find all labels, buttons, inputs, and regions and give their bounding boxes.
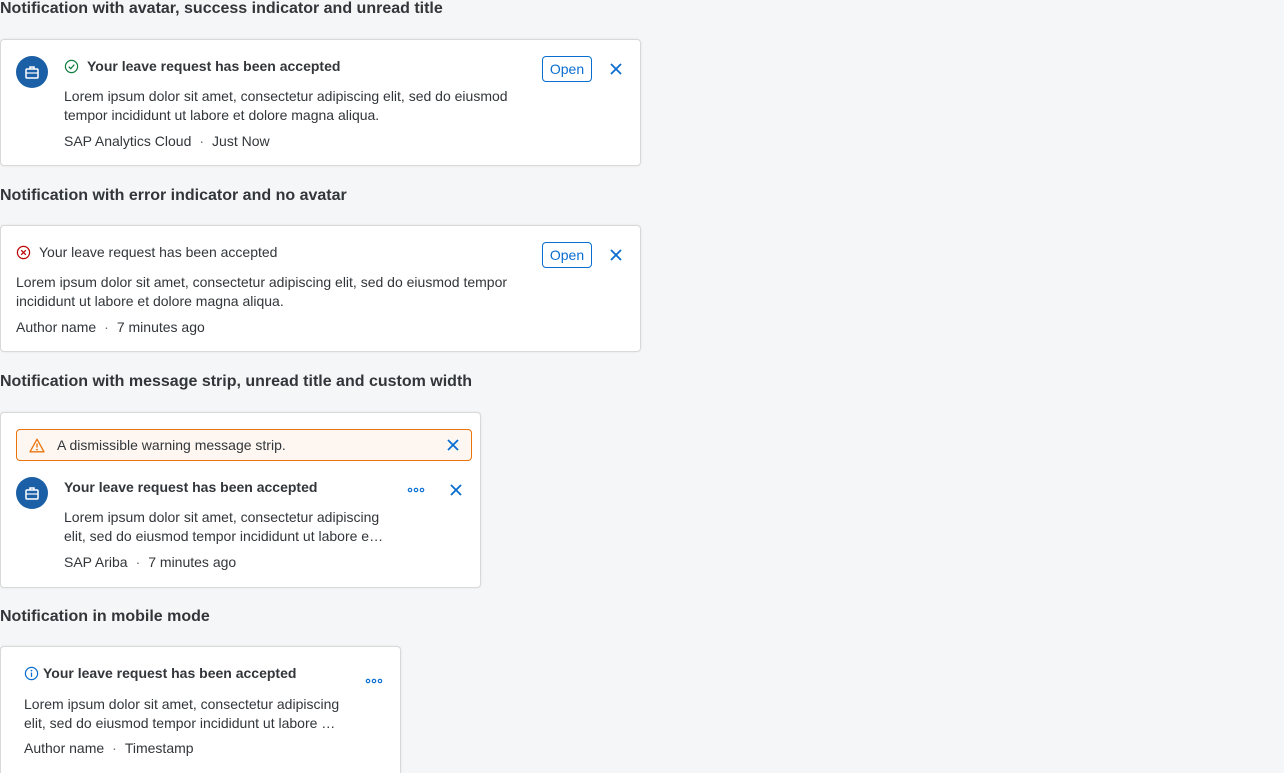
notification-card-mobile[interactable]: Your leave request has been accepted Lor…	[0, 646, 401, 773]
author-name: Author name	[24, 740, 105, 756]
timestamp: Timestamp	[124, 740, 194, 756]
notification-footer: SAP Ariba · 7 minutes ago	[64, 554, 236, 570]
notification-footer: Author name · 7 minutes ago	[16, 319, 205, 335]
author-name: SAP Analytics Cloud	[64, 133, 192, 149]
close-icon	[610, 249, 622, 261]
title-row: Your leave request has been accepted	[64, 479, 317, 495]
warning-message-strip: A dismissible warning message strip.	[16, 429, 472, 461]
information-icon	[24, 666, 39, 680]
notification-title: Your leave request has been accepted	[87, 58, 341, 74]
footer-separator: ·	[104, 319, 109, 335]
notification-body: Lorem ipsum dolor sit amet, consectetur …	[16, 274, 508, 309]
footer-separator: ·	[135, 554, 141, 570]
overflow-icon	[407, 487, 425, 493]
warning-icon	[29, 438, 45, 453]
close-button[interactable]	[603, 242, 629, 268]
timestamp: 7 minutes ago	[116, 319, 205, 335]
section-heading-avatar-success: Notification with avatar, success indica…	[0, 0, 443, 17]
notification-card-avatar-success[interactable]: Your leave request has been accepted Lor…	[0, 39, 641, 166]
notification-card-error[interactable]: Your leave request has been accepted Lor…	[0, 225, 641, 352]
close-icon	[610, 63, 622, 75]
message-strip-text: A dismissible warning message strip.	[57, 437, 286, 453]
close-button[interactable]	[443, 477, 469, 503]
notification-body: Lorem ipsum dolor sit amet, consectetur …	[64, 509, 380, 544]
notification-footer: Author name · Timestamp	[24, 740, 194, 756]
notification-title: Your leave request has been accepted	[64, 479, 318, 495]
title-row: Your leave request has been accepted	[24, 665, 296, 681]
briefcase-icon	[25, 66, 39, 79]
title-row: Your leave request has been accepted	[64, 58, 340, 74]
author-name: Author name	[16, 319, 97, 335]
notification-body: Lorem ipsum dolor sit amet, consectetur …	[24, 696, 340, 731]
notification-title: Your leave request has been accepted	[43, 665, 297, 681]
open-button[interactable]: Open	[542, 242, 592, 268]
avatar	[16, 56, 48, 88]
briefcase-icon	[25, 487, 39, 500]
footer-separator: ·	[112, 740, 117, 756]
success-icon	[64, 59, 79, 73]
section-heading-mobile: Notification in mobile mode	[0, 608, 210, 625]
close-icon	[447, 439, 459, 451]
section-heading-error: Notification with error indicator and no…	[0, 187, 347, 204]
notification-card-message-strip[interactable]: A dismissible warning message strip. You…	[0, 412, 481, 588]
notification-title: Your leave request has been accepted	[39, 244, 278, 260]
section-heading-message-strip: Notification with message strip, unread …	[0, 373, 473, 390]
close-button[interactable]	[603, 56, 629, 82]
notification-footer: SAP Analytics Cloud · Just Now	[64, 133, 270, 149]
open-button[interactable]: Open	[542, 56, 592, 82]
close-icon	[450, 484, 462, 496]
overflow-menu-button[interactable]	[403, 477, 429, 503]
avatar	[16, 477, 48, 509]
error-icon	[16, 245, 31, 259]
timestamp: Just Now	[212, 133, 270, 149]
timestamp: 7 minutes ago	[148, 554, 237, 570]
overflow-icon	[365, 678, 383, 684]
notification-body: Lorem ipsum dolor sit amet, consectetur …	[64, 88, 508, 123]
footer-separator: ·	[199, 133, 205, 149]
author-name: SAP Ariba	[64, 554, 128, 570]
strip-close-button[interactable]	[440, 432, 466, 458]
overflow-menu-button[interactable]	[361, 668, 387, 694]
title-row: Your leave request has been accepted	[16, 244, 277, 260]
